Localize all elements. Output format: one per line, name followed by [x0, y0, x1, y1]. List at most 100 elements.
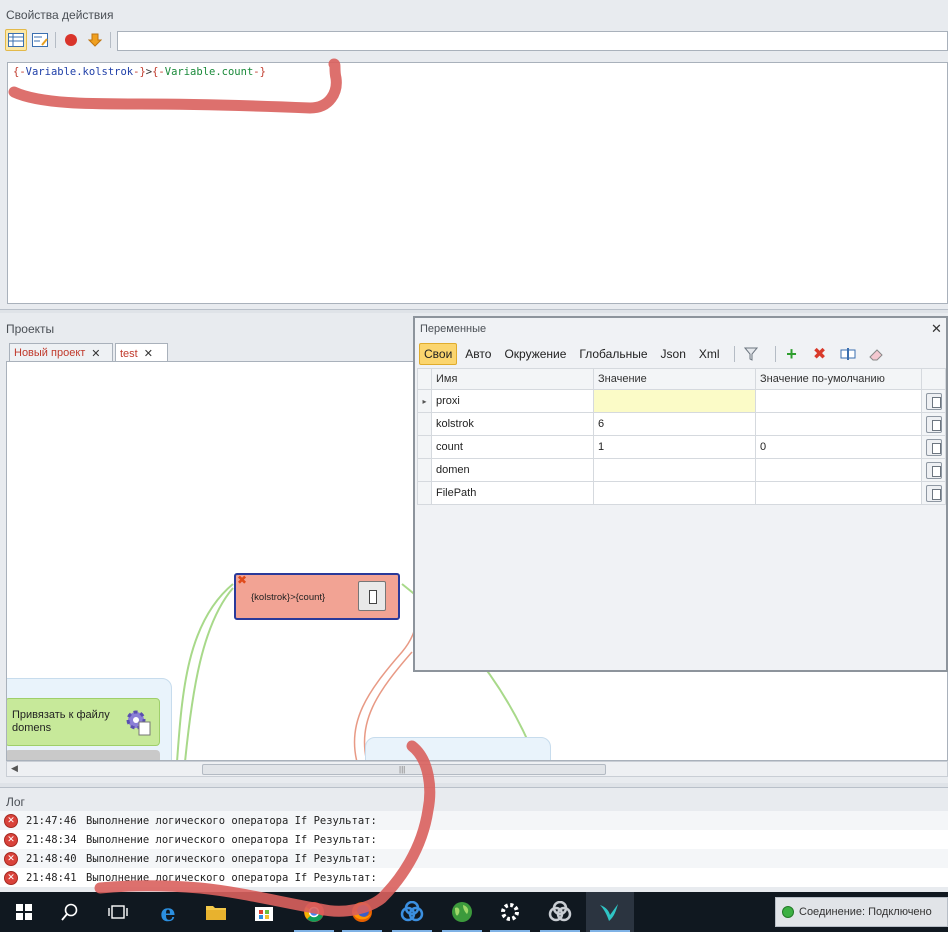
variables-table: Имя Значение Значение по-умолчанию ▸ pro… [417, 368, 946, 505]
cell-value[interactable]: 6 [593, 412, 756, 436]
log-text: Выполнение логического оператора If Резу… [86, 814, 377, 827]
grid-view-button[interactable] [5, 29, 27, 51]
log-time: 21:48:40 [26, 852, 77, 865]
cell-value[interactable] [593, 458, 756, 482]
if-node[interactable]: ✖ {kolstrok}>{count} [234, 573, 400, 620]
cell-default[interactable] [755, 412, 922, 436]
cell-name[interactable]: kolstrok [431, 412, 594, 436]
close-icon[interactable]: ✕ [931, 321, 942, 337]
firefox-button[interactable] [338, 892, 386, 932]
tab-auto[interactable]: Авто [460, 343, 496, 365]
stop-button[interactable] [60, 29, 82, 51]
copy-icon[interactable] [925, 438, 942, 456]
eraser-icon[interactable] [866, 344, 886, 364]
cell-name[interactable]: count [431, 435, 594, 459]
tab-test[interactable]: test ✕ [115, 343, 168, 363]
connection-status: Соединение: Подключено [775, 897, 948, 927]
explorer-button[interactable] [192, 892, 240, 932]
add-icon[interactable]: + [782, 344, 802, 364]
error-icon: ✕ [4, 813, 18, 828]
variables-tabs: Свои Авто Окружение Глобальные Json Xml … [419, 343, 894, 365]
scrollbar-thumb[interactable]: ||| [202, 764, 606, 775]
log-text: Выполнение логического оператора If Резу… [86, 833, 377, 846]
tab-json[interactable]: Json [656, 343, 691, 365]
zennoposter-button[interactable] [388, 892, 436, 932]
tab-environment[interactable]: Окружение [499, 343, 571, 365]
expression-editor[interactable]: {-Variable.kolstrok-}>{-Variable.count-} [7, 62, 948, 304]
globe-app-button[interactable] [438, 892, 486, 932]
log-row[interactable]: ✕ 21:48:40 Выполнение логического операт… [0, 849, 948, 868]
column-header[interactable]: Значение [593, 368, 756, 390]
edge-button[interactable]: e [144, 892, 192, 932]
horizontal-scrollbar[interactable]: ◀ ||| [6, 761, 948, 777]
rename-icon[interactable] [838, 344, 858, 364]
cell-name[interactable]: FilePath [431, 481, 594, 505]
start-button[interactable] [0, 892, 48, 932]
scroll-left-icon[interactable]: ◀ [11, 763, 18, 774]
edit-view-button[interactable] [29, 29, 51, 51]
grid-view-icon [8, 33, 24, 47]
log-row[interactable]: ✕ 21:47:46 Выполнение логического операт… [0, 811, 948, 830]
log-time: 21:47:46 [26, 814, 77, 827]
panel-title: Проекты [6, 322, 55, 336]
cell-default[interactable] [755, 389, 922, 413]
action-properties-panel: Свойства действия {-Variable.kolstrok-}>… [0, 0, 948, 310]
search-button[interactable] [46, 892, 94, 932]
log-time: 21:48:41 [26, 871, 77, 884]
close-icon[interactable]: ✕ [144, 347, 153, 360]
copy-icon[interactable] [925, 484, 942, 502]
error-icon: ✕ [4, 832, 18, 847]
cell-value[interactable] [593, 389, 756, 413]
chrome-icon [304, 902, 324, 922]
tab-own[interactable]: Свои [419, 343, 458, 365]
log-row[interactable]: ✕ 21:48:41 Выполнение логического операт… [0, 868, 948, 887]
cell-default[interactable] [755, 481, 922, 505]
cell-name[interactable]: domen [431, 458, 594, 482]
log-row[interactable]: ✕ 21:48:34 Выполнение логического операт… [0, 830, 948, 849]
bird-app-button[interactable] [586, 892, 634, 932]
store-icon [255, 907, 273, 921]
action-node[interactable]: Привязать к файлу domens [7, 698, 160, 746]
arrow-down-icon [88, 33, 102, 47]
cell-name[interactable]: proxi [431, 389, 594, 413]
copy-icon[interactable] [925, 415, 942, 433]
tab-new-project[interactable]: Новый проект ✕ [9, 343, 113, 362]
chrome-button[interactable] [290, 892, 338, 932]
column-header[interactable]: Имя [431, 368, 594, 390]
close-icon[interactable]: ✕ [91, 347, 100, 360]
error-icon: ✕ [4, 870, 18, 885]
knot-icon [548, 901, 572, 922]
arrow-down-button[interactable] [84, 29, 106, 51]
gear-icon [501, 903, 519, 921]
project-maker-button[interactable] [536, 892, 584, 932]
cell-default[interactable] [755, 458, 922, 482]
table-row[interactable]: FilePath [417, 481, 946, 505]
cell-value[interactable]: 1 [593, 435, 756, 459]
action-input[interactable] [117, 31, 948, 51]
table-row[interactable]: kolstrok 6 [417, 412, 946, 436]
window-title: Переменные [420, 323, 487, 335]
status-led-icon [782, 906, 794, 918]
if-node-label: {kolstrok}>{count} [251, 592, 326, 603]
table-row[interactable]: ▸ proxi [417, 389, 946, 413]
copy-icon[interactable] [925, 461, 942, 479]
copy-icon[interactable] [925, 392, 942, 410]
table-row[interactable]: count 1 0 [417, 435, 946, 459]
tab-xml[interactable]: Xml [694, 343, 725, 365]
store-button[interactable] [240, 892, 288, 932]
tab-global[interactable]: Глобальные [574, 343, 652, 365]
log-text: Выполнение логического оператора If Резу… [86, 852, 377, 865]
cell-default[interactable]: 0 [755, 435, 922, 459]
settings-button[interactable] [486, 892, 534, 932]
table-row[interactable]: domen [417, 458, 946, 482]
globe-icon [452, 902, 472, 922]
delete-icon[interactable]: ✖ [810, 344, 830, 364]
cell-value[interactable] [593, 481, 756, 505]
table-header: Имя Значение Значение по-умолчанию [417, 368, 946, 390]
action-node[interactable] [7, 750, 160, 760]
column-header[interactable]: Значение по-умолчанию [755, 368, 922, 390]
log-panel: Лог ✕ 21:47:46 Выполнение логического оп… [0, 787, 948, 892]
filter-icon[interactable] [741, 344, 761, 364]
panel-title: Лог [6, 795, 25, 809]
task-view-button[interactable] [94, 892, 142, 932]
